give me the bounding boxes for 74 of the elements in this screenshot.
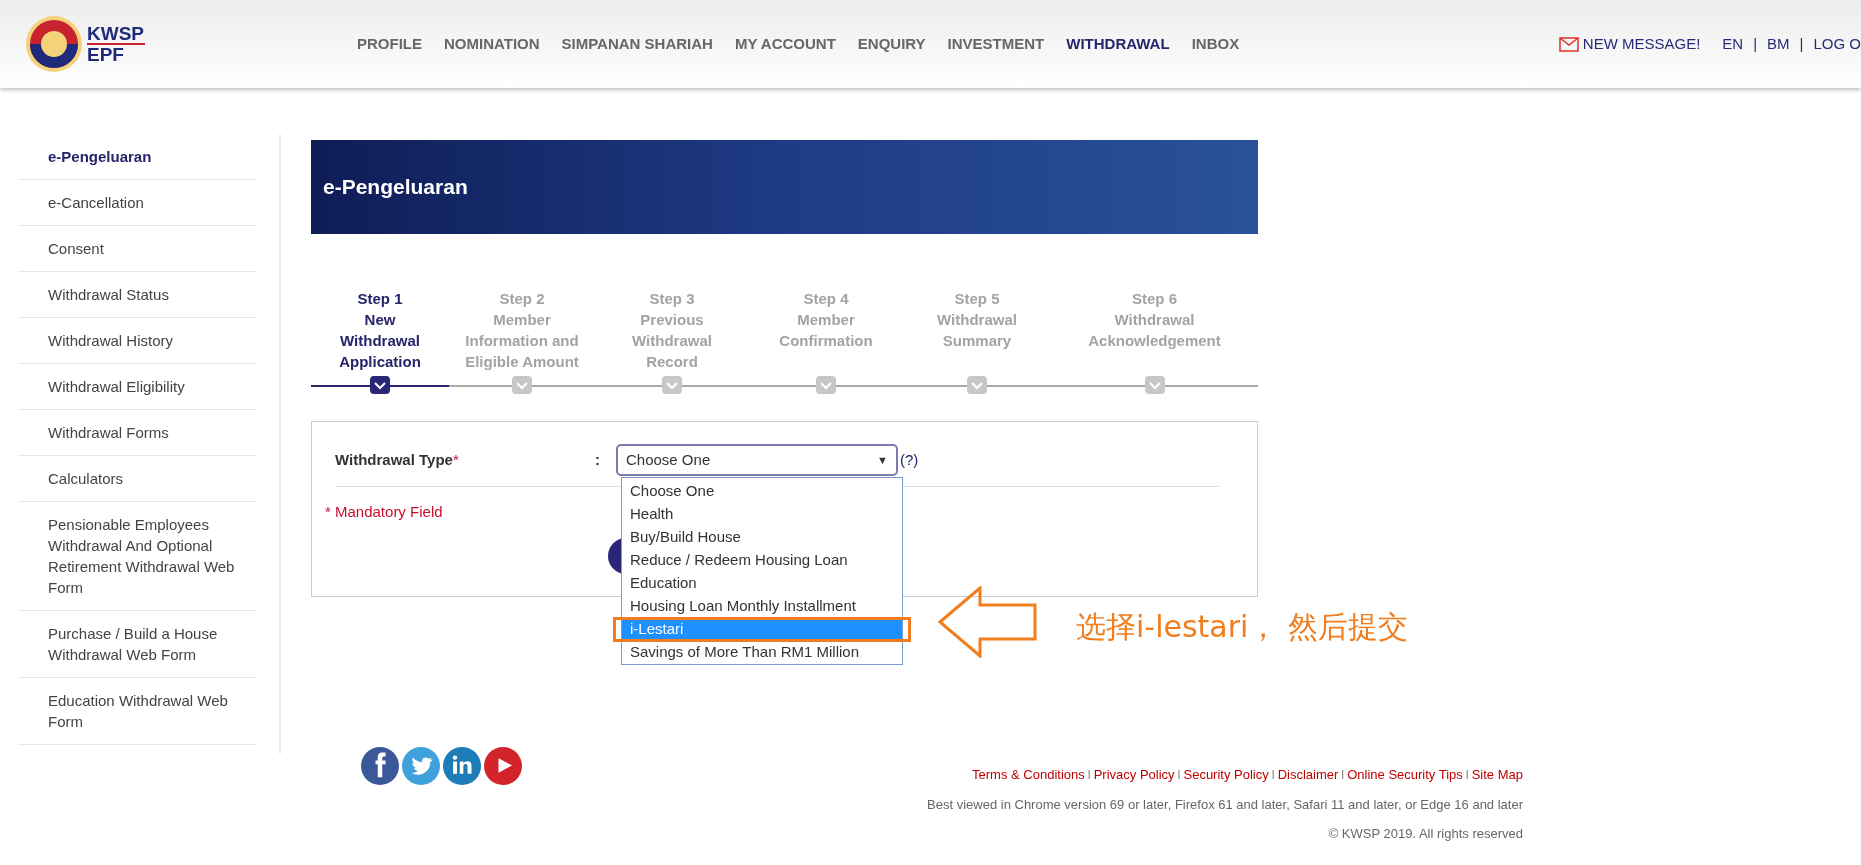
footer-link[interactable]: Privacy Policy — [1093, 765, 1175, 785]
nav-link[interactable]: ENQUIRY — [857, 32, 926, 56]
step-label: Step 3 Previous Withdrawal Record — [632, 289, 712, 372]
dropdown-option[interactable]: Health — [622, 502, 902, 525]
footer-link[interactable]: Online Security Tips — [1347, 765, 1463, 785]
step-marker-icon — [661, 375, 683, 395]
dropdown-option[interactable]: Education — [622, 571, 902, 594]
dropdown-option[interactable]: Reduce / Redeem Housing Loan — [622, 548, 902, 571]
twitter-icon[interactable] — [402, 747, 440, 785]
step-marker-icon — [511, 375, 533, 395]
footer-link[interactable]: Terms & Conditions — [972, 765, 1085, 785]
help-link[interactable]: (?) — [900, 448, 919, 472]
nav-link[interactable]: NOMINATION — [444, 32, 540, 56]
separator-text: l — [1271, 766, 1275, 784]
sidebar-link[interactable]: Calculators — [18, 456, 256, 502]
step-marker-icon — [1143, 375, 1166, 395]
sidebar-link[interactable]: Education Withdrawal Web Form — [18, 678, 256, 745]
nav-link[interactable]: SIMPANAN SHARIAH — [561, 32, 713, 56]
step-label: Step 2 Member Information and Eligible Amount — [465, 289, 579, 372]
dropdown-option[interactable]: Savings of More Than RM1 Million — [622, 640, 902, 663]
dropdown-option[interactable]: Housing Loan Monthly Installment — [622, 594, 902, 617]
sidebar-link[interactable]: Pensionable Employees Withdrawal And Optional Retirement Withdrawal Web Form — [18, 502, 256, 611]
separator-text: | — [1753, 33, 1758, 54]
step-marker-icon — [369, 375, 391, 395]
envelope-icon[interactable] — [1558, 36, 1579, 52]
sidebar-link[interactable]: Withdrawal Eligibility — [18, 364, 256, 410]
copyright-text: © KWSP 2019. All rights reserved — [1328, 825, 1523, 843]
nav-link[interactable]: INVESTMENT — [947, 32, 1045, 56]
sidebar-link[interactable]: e-Cancellation — [18, 180, 256, 226]
linkedin-icon[interactable] — [443, 747, 481, 785]
step-label: Step 6 Withdrawal Acknowledgement — [1088, 289, 1221, 351]
annotation-text: 选择i-lestari， 然后提交 — [1076, 608, 1408, 646]
banner-title: e-Pengeluaran — [323, 174, 468, 201]
new-message-link[interactable]: NEW MESSAGE! — [1582, 32, 1701, 56]
nav-link[interactable]: INBOX — [1191, 32, 1240, 56]
separator-text: l — [1465, 766, 1469, 784]
step-label: Step 1 New Withdrawal Application — [339, 289, 421, 372]
epf-logo-icon[interactable] — [25, 15, 83, 73]
left-arrow-icon — [938, 586, 1038, 658]
facebook-icon[interactable] — [361, 747, 399, 785]
dropdown-caret-icon: ▼ — [877, 451, 888, 469]
footer-link[interactable]: Disclaimer — [1277, 765, 1339, 785]
step-marker-icon — [966, 375, 988, 395]
footer-link[interactable]: Site Map — [1471, 765, 1523, 785]
separator-text: l — [1087, 766, 1091, 784]
nav-link[interactable]: PROFILE — [357, 32, 422, 56]
youtube-icon[interactable] — [484, 747, 522, 785]
nav-link[interactable]: MY ACCOUNT — [734, 32, 836, 56]
header-link[interactable]: BM — [1767, 32, 1790, 56]
step-marker-icon — [815, 375, 837, 395]
separator-text: | — [1799, 33, 1804, 54]
header-link[interactable]: EN — [1722, 32, 1744, 56]
nav-link[interactable]: WITHDRAWAL — [1066, 32, 1170, 56]
sidebar-link[interactable]: Consent — [18, 226, 256, 272]
separator-text: l — [1177, 766, 1181, 784]
step-label: Step 5 Withdrawal Summary — [937, 289, 1017, 351]
mandatory-note: * Mandatory Field — [325, 502, 443, 522]
sidebar-link[interactable]: e-Pengeluaran — [18, 134, 256, 180]
footer-link[interactable]: Security Policy — [1183, 765, 1269, 785]
sidebar-link[interactable]: Withdrawal Forms — [18, 410, 256, 456]
header-link[interactable]: LOG O — [1813, 32, 1861, 56]
colon-text: : — [595, 449, 601, 470]
sidebar-link[interactable]: Withdrawal History — [18, 318, 256, 364]
logo-text: EPF — [87, 43, 145, 64]
step-label: Step 4 Member Confirmation — [779, 289, 873, 351]
logo-text: KWSP — [87, 24, 145, 43]
separator-text: l — [1341, 766, 1345, 784]
dropdown-option[interactable]: Choose One — [622, 479, 902, 502]
sidebar-link[interactable]: Purchase / Build a House Withdrawal Web Form — [18, 611, 256, 678]
field-label: Withdrawal Type* — [335, 449, 460, 470]
browser-note: Best viewed in Chrome version 69 or later, Firefox 61 and later, Safari 11 and later, or Edge 16 and later — [927, 795, 1523, 814]
dropdown-option[interactable]: Buy/Build House — [622, 525, 902, 548]
withdrawal-type-select[interactable]: Choose One ▼ — [616, 444, 898, 476]
sidebar-link[interactable]: Withdrawal Status — [18, 272, 256, 318]
